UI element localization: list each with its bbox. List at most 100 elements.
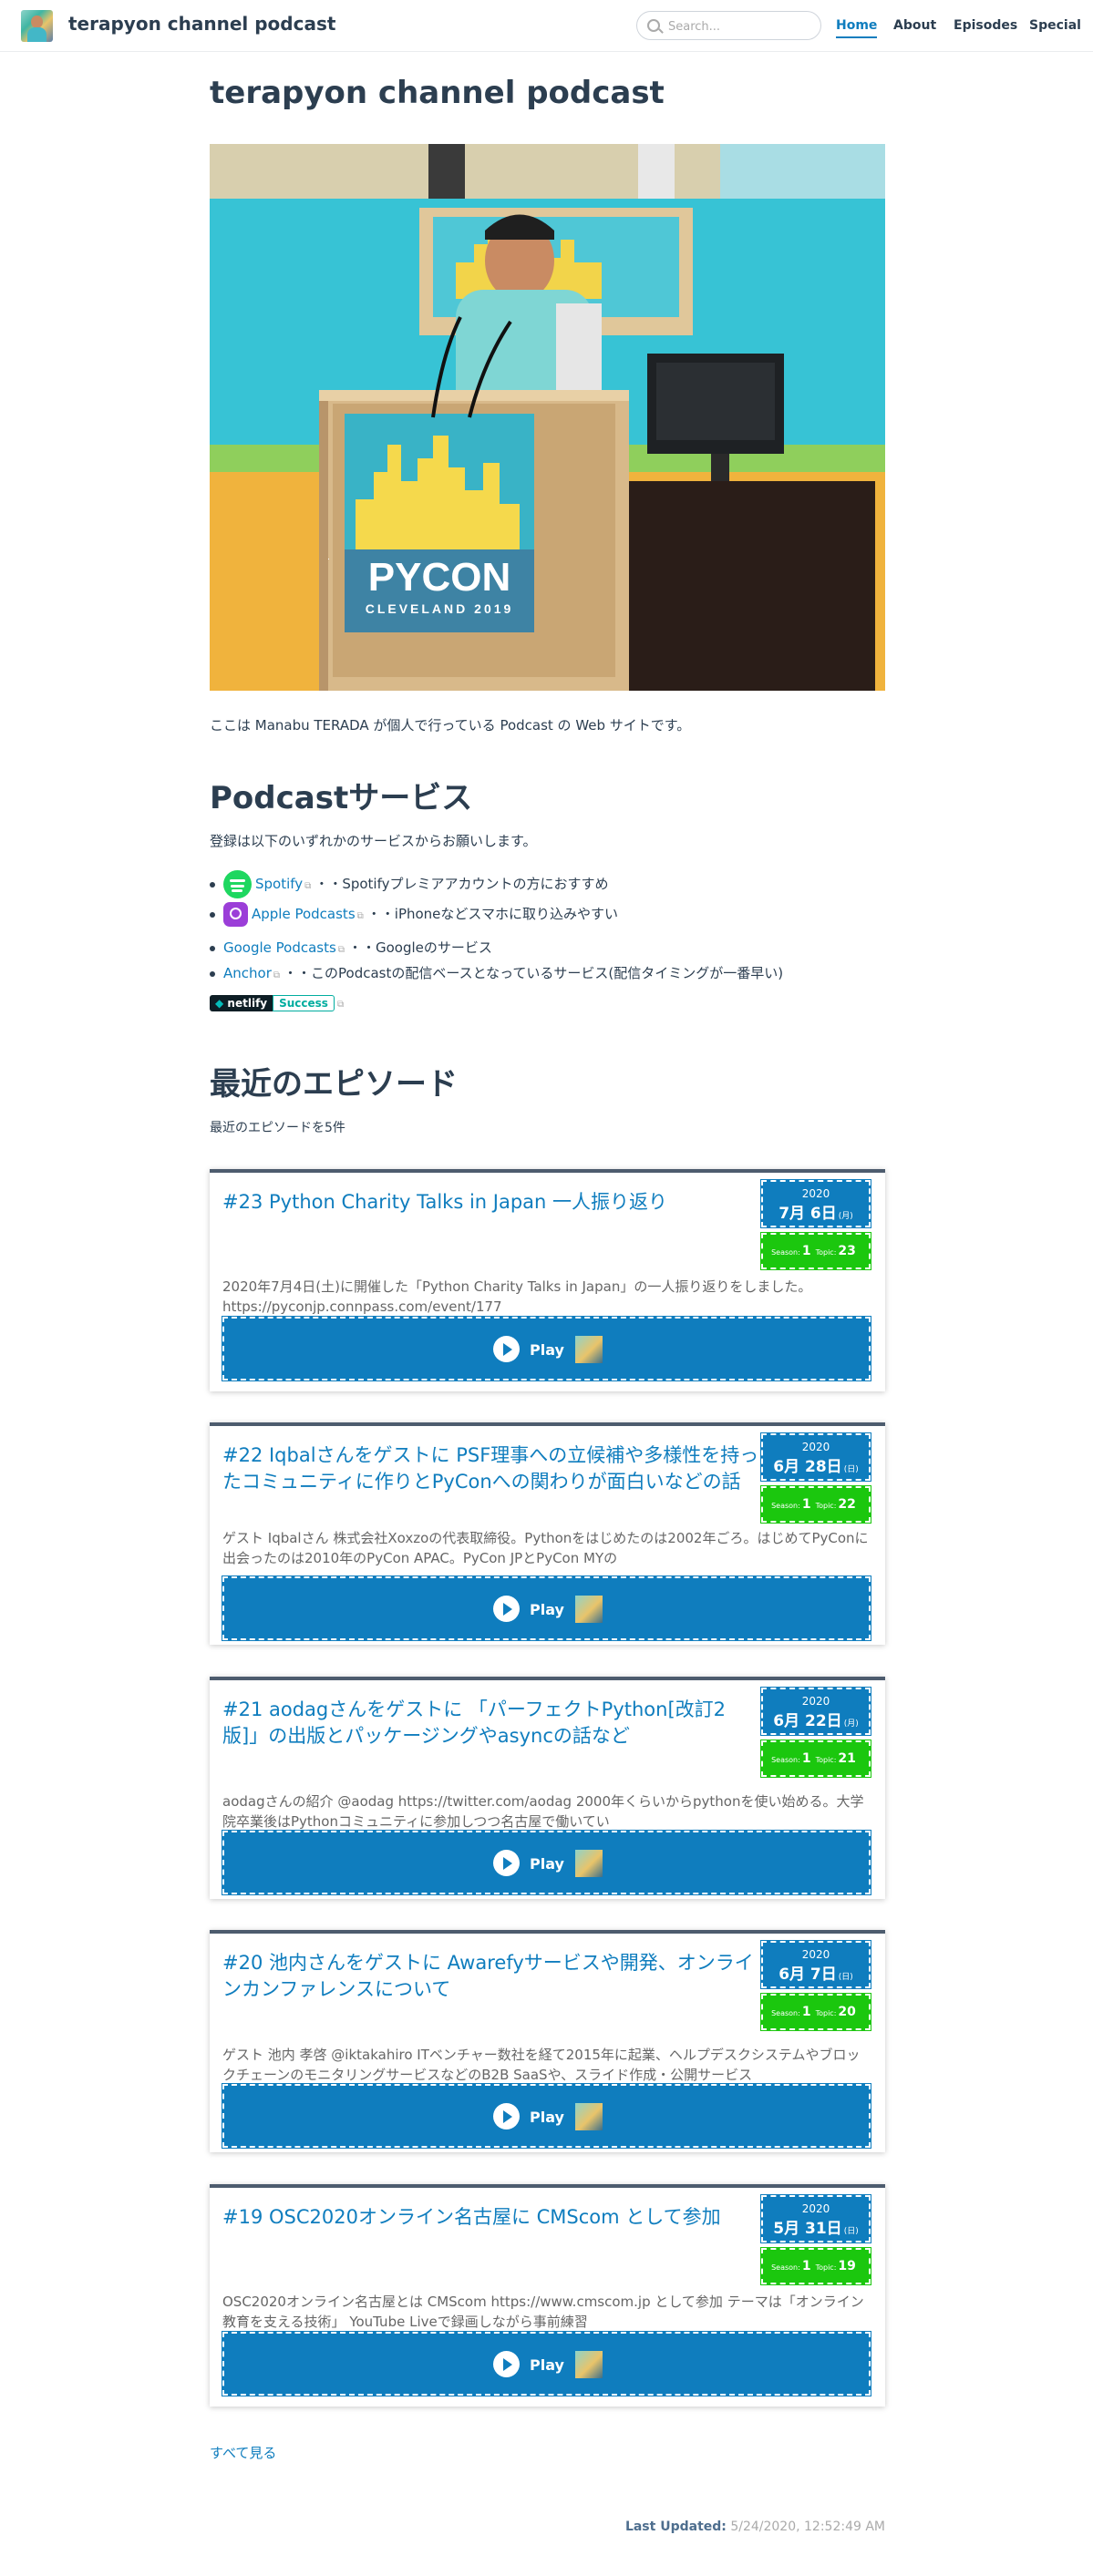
topic-label: Topic: <box>815 1248 837 1257</box>
season-label: Season: <box>771 2009 800 2017</box>
play-label: Play <box>530 1341 564 1359</box>
play-button[interactable]: Play <box>222 2083 871 2149</box>
services-heading: Podcastサービス <box>210 780 473 816</box>
podcast-thumbnail <box>575 1336 603 1363</box>
service-item-anchor: Anchor ⧉ ・・このPodcastの配信ベースとなっているサービス(配信タイミ… <box>210 963 783 982</box>
episode-season-topic-badge: Season: 1 Topic: 22 <box>760 1485 871 1524</box>
season-label: Season: <box>771 2263 800 2272</box>
episode-date: 6月 22日 <box>773 1712 842 1730</box>
episode-title-link[interactable]: #23 Python Charity Talks in Japan 一人振り返り <box>222 1189 760 1216</box>
topic-label: Topic: <box>815 2009 837 2017</box>
episode-title-link[interactable]: #22 Iqbalさんをゲストに PSF理事への立候補や多様性を持ったコミュニテ… <box>222 1442 760 1495</box>
topic-value: 23 <box>838 1244 856 1258</box>
site-logo[interactable] <box>21 10 53 42</box>
nav-home[interactable]: Home <box>836 18 878 38</box>
episode-date-badge: 2020 5月 31日 (日) <box>760 2194 871 2243</box>
last-updated: Last Updated: 5/24/2020, 12:52:49 AM <box>625 2520 885 2534</box>
episode-weekday: (月) <box>838 1212 853 1221</box>
recent-lead: 最近のエピソードを5件 <box>210 1121 345 1135</box>
search-box[interactable] <box>636 11 821 40</box>
podcast-thumbnail <box>575 1596 603 1623</box>
season-label: Season: <box>771 1248 800 1257</box>
page-title: terapyon channel podcast <box>210 75 665 111</box>
nav-episodes[interactable]: Episodes <box>954 18 1017 33</box>
episode-card: #21 aodagさんをゲストに 「パーフェクトPython[改訂2版]」の出版… <box>210 1677 885 1899</box>
podcast-thumbnail <box>575 2103 603 2130</box>
episode-description: aodagさんの紹介 @aodag https://twitter.com/ao… <box>222 1793 864 1830</box>
google-podcasts-link[interactable]: Google Podcasts <box>223 939 336 956</box>
bullet <box>210 970 215 977</box>
google-podcasts-note: ・・Googleのサービス <box>347 939 492 956</box>
episode-date-badge: 2020 7月 6日 (月) <box>760 1179 871 1228</box>
episode-title-link[interactable]: #21 aodagさんをゲストに 「パーフェクトPython[改訂2版]」の出版… <box>222 1697 760 1750</box>
episode-title-link[interactable]: #19 OSC2020オンライン名古屋に CMScom として参加 <box>222 2204 760 2231</box>
episode-card: #20 池内さんをゲストに Awarefyサービスや開発、オンラインカンファレン… <box>210 1930 885 2152</box>
navbar: terapyon channel podcast Home About Epis… <box>0 0 1093 52</box>
play-button[interactable]: Play <box>222 1830 871 1895</box>
hero-sign-pycon: PYCON <box>368 555 510 600</box>
spotify-note: ・・Spotifyプレミアアカウントの方におすすめ <box>314 876 609 892</box>
episode-date-badge: 2020 6月 28日 (日) <box>760 1432 871 1482</box>
episode-season-topic-badge: Season: 1 Topic: 23 <box>760 1232 871 1270</box>
service-item-google-podcasts: Google Podcasts ⧉ ・・Googleのサービス <box>210 938 492 957</box>
services-lead: 登録は以下のいずれかのサービスからお願いします。 <box>210 833 537 849</box>
last-updated-label: Last Updated: <box>624 2520 727 2534</box>
hero-sign-cleveland: CLEVELAND 2019 <box>366 601 514 616</box>
play-icon <box>493 1596 520 1622</box>
last-updated-value: 5/24/2020, 12:52:49 AM <box>730 2520 885 2534</box>
play-icon <box>493 2103 520 2130</box>
badge-label: netlify <box>227 997 268 1010</box>
play-button[interactable]: Play <box>222 1316 871 1381</box>
topic-label: Topic: <box>815 1502 837 1510</box>
see-all-link[interactable]: すべて見る <box>210 2443 276 2462</box>
season-value: 1 <box>801 1497 811 1512</box>
apple-podcasts-icon <box>223 902 248 927</box>
topic-value: 21 <box>838 1751 856 1766</box>
play-button[interactable]: Play <box>222 2331 871 2396</box>
episode-season-topic-badge: Season: 1 Topic: 19 <box>760 2247 871 2285</box>
episode-description: OSC2020オンライン名古屋とは CMScom https://www.cms… <box>222 2294 864 2330</box>
season-value: 1 <box>801 2259 811 2273</box>
service-item-spotify: Spotify ⧉ ・・Spotifyプレミアアカウントの方におすすめ <box>210 870 608 898</box>
play-label: Play <box>530 2356 564 2374</box>
nav-about[interactable]: About <box>893 18 936 33</box>
spotify-link[interactable]: Spotify <box>255 876 303 892</box>
episode-description: ゲスト Iqbalさん 株式会社Xoxzoの代表取締役。Pythonをはじめたの… <box>222 1530 869 1566</box>
site-name-link[interactable]: terapyon channel podcast <box>68 13 335 35</box>
topic-label: Topic: <box>815 2263 837 2272</box>
episode-date: 5月 31日 <box>773 2220 842 2238</box>
season-value: 1 <box>801 1244 811 1258</box>
episode-description: 2020年7月4日(土)に開催した「Python Charity Talks i… <box>222 1278 812 1315</box>
episode-year: 2020 <box>801 1948 830 1961</box>
episode-title-link[interactable]: #20 池内さんをゲストに Awarefyサービスや開発、オンラインカンファレン… <box>222 1950 760 2003</box>
intro-text: ここは Manabu TERADA が個人で行っている Podcast の We… <box>210 717 691 734</box>
topic-value: 20 <box>838 2005 856 2019</box>
play-button[interactable]: Play <box>222 1575 871 1641</box>
episode-year: 2020 <box>801 1695 830 1708</box>
season-label: Season: <box>771 1756 800 1764</box>
episode-year: 2020 <box>801 1441 830 1453</box>
netlify-diamond-icon: ◆ <box>215 997 224 1010</box>
topic-value: 22 <box>838 1497 856 1512</box>
netlify-status-badge[interactable]: ◆ netlify Success ⧉ <box>210 995 344 1013</box>
search-icon <box>647 19 660 32</box>
season-value: 1 <box>801 1751 811 1766</box>
external-link-icon: ⧉ <box>356 911 364 921</box>
season-value: 1 <box>801 2005 811 2019</box>
play-label: Play <box>530 1855 564 1873</box>
search-input[interactable] <box>666 16 816 36</box>
episode-date: 6月 7日 <box>779 1965 837 1984</box>
episode-year: 2020 <box>801 2202 830 2215</box>
episode-card: #22 Iqbalさんをゲストに PSF理事への立候補や多様性を持ったコミュニテ… <box>210 1422 885 1645</box>
play-icon <box>493 1336 520 1362</box>
season-label: Season: <box>771 1502 800 1510</box>
anchor-link[interactable]: Anchor <box>223 965 272 981</box>
episode-weekday: (月) <box>843 1719 859 1729</box>
play-icon <box>493 1850 520 1876</box>
episode-season-topic-badge: Season: 1 Topic: 20 <box>760 1993 871 2031</box>
anchor-note: ・・このPodcastの配信ベースとなっているサービス(配信タイミングが一番早い… <box>284 965 784 981</box>
apple-podcasts-link[interactable]: Apple Podcasts <box>252 906 356 922</box>
nav-special[interactable]: Special <box>1029 18 1081 33</box>
recent-heading: 最近のエピソード <box>210 1066 458 1103</box>
episode-date: 7月 6日 <box>779 1205 837 1223</box>
